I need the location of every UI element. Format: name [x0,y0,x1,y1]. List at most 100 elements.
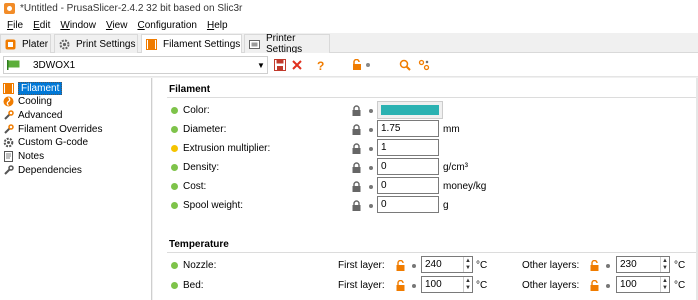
locked-lock-icon[interactable] [351,105,362,119]
filament-color-picker[interactable] [377,101,443,119]
tab-filament-label: Filament Settings [163,39,241,50]
cost-label: Cost: [183,180,207,192]
lock-legend-button[interactable] [350,58,364,72]
nozzle-other-layers-spinner[interactable]: 230 ▲ ▼ [616,256,670,273]
reset-dot-icon[interactable] [369,147,373,151]
system-value-dot-icon [171,201,178,209]
save-icon [274,59,286,71]
cost-input[interactable]: 0 [377,177,439,194]
sidebar-item-custom-gcode[interactable]: Custom G-code [3,136,88,149]
menu-view[interactable]: View [101,20,133,31]
cooling-fan-icon [3,96,14,107]
help-button[interactable]: ? [313,58,327,72]
menu-window[interactable]: Window [55,20,101,31]
tab-print-settings[interactable]: Print Settings [54,34,138,53]
sidebar-item-label: Filament Overrides [18,124,103,135]
sidebar-item-filament-overrides[interactable]: Filament Overrides [3,123,102,136]
nozzle-first-layer-spinner[interactable]: 240 ▲ ▼ [421,256,473,273]
modified-value-dot-icon [171,144,178,152]
dependencies-wrench-icon [3,165,14,176]
compare-icon [418,59,430,71]
spool-weight-unit: g [443,200,449,211]
menu-file[interactable]: File [2,20,28,31]
extrusion-multiplier-input[interactable]: 1 [377,139,439,156]
bed-first-layer-spinner[interactable]: 100 ▲ ▼ [421,276,473,293]
reset-dot-icon[interactable] [606,284,610,288]
density-unit: g/cm³ [443,162,468,173]
spool-weight-label: Spool weight: [183,199,244,211]
filament-preset-select[interactable]: 3DWOX1 ▼ [3,56,268,74]
nozzle-other-layers-value: 230 [620,259,637,270]
diameter-unit: mm [443,124,460,135]
spin-arrows-icon[interactable]: ▲ ▼ [660,257,669,272]
cost-unit: money/kg [443,181,487,192]
locked-lock-icon[interactable] [351,200,362,214]
bed-other-layers-spinner[interactable]: 100 ▲ ▼ [616,276,670,293]
bed-first-layer-unit: °C [476,280,488,291]
settings-page-tree: Filament Cooling Advanced Filament Overr… [0,78,152,300]
bed-other-layers-unit: °C [674,280,686,291]
overrides-wrench-icon [3,124,14,135]
sidebar-item-dependencies[interactable]: Dependencies [3,164,82,177]
sidebar-item-filament[interactable]: Filament [3,82,63,95]
sidebar-item-cooling[interactable]: Cooling [3,95,52,108]
search-button[interactable] [398,58,412,72]
sidebar-item-label: Notes [18,151,45,162]
reset-dot-icon[interactable] [369,166,373,170]
save-preset-button[interactable] [273,58,287,72]
sidebar-item-notes[interactable]: Notes [3,150,44,163]
unlocked-lock-icon[interactable] [589,259,600,274]
tab-filament-settings[interactable]: Filament Settings [141,34,242,54]
locked-lock-icon[interactable] [351,143,362,157]
system-value-dot-icon [171,182,178,190]
svg-text:?: ? [317,59,324,71]
compare-presets-button[interactable] [417,58,431,72]
reset-dot-icon[interactable] [606,264,610,268]
spin-arrows-icon[interactable]: ▲ ▼ [463,257,472,272]
unlocked-lock-icon[interactable] [589,279,600,294]
bed-first-layer-value: 100 [425,279,442,290]
bed-label: Bed: [183,279,204,291]
unlocked-lock-icon[interactable] [395,259,406,274]
section-divider [167,252,698,253]
system-value-dot-icon [171,106,178,114]
delete-preset-button[interactable] [290,58,304,72]
question-mark-icon: ? [317,59,324,71]
locked-lock-icon[interactable] [351,124,362,138]
color-swatch-fill [381,105,439,115]
spool-weight-input[interactable]: 0 [377,196,439,213]
tab-printer-settings[interactable]: Printer Settings [244,33,330,55]
locked-lock-icon[interactable] [351,181,362,195]
tab-plater[interactable]: Plater [0,34,51,53]
spin-arrows-icon[interactable]: ▲ ▼ [660,277,669,292]
cost-row: Cost: [171,177,206,195]
reset-dot-icon[interactable] [369,185,373,189]
window-title: *Untitled - PrusaSlicer-2.4.2 32 bit bas… [20,3,243,14]
reset-dot-icon[interactable] [369,109,373,113]
menu-edit[interactable]: Edit [28,20,55,31]
menu-help[interactable]: Help [202,20,233,31]
tab-printer-label: Printer Settings [266,33,303,55]
menu-configuration[interactable]: Configuration [132,20,202,31]
diameter-input[interactable]: 1.75 [377,120,439,137]
reset-dot-icon[interactable] [369,128,373,132]
prusaslicer-logo-icon [4,3,15,14]
density-input[interactable]: 0 [377,158,439,175]
reset-dot-icon[interactable] [369,204,373,208]
nozzle-first-layer-label: First layer: [338,260,385,271]
locked-lock-icon[interactable] [351,162,362,176]
sidebar-item-label: Custom G-code [18,137,89,148]
nozzle-first-layer-unit: °C [476,260,488,271]
unlocked-lock-icon[interactable] [395,279,406,294]
chevron-down-icon[interactable]: ▼ [255,61,267,70]
sidebar-item-advanced[interactable]: Advanced [3,109,62,122]
spin-arrows-icon[interactable]: ▲ ▼ [463,277,472,292]
tab-plater-label: Plater [22,38,49,50]
title-bar: *Untitled - PrusaSlicer-2.4.2 32 bit bas… [0,0,698,17]
system-value-dot-icon [171,281,178,289]
spool-weight-row: Spool weight: [171,196,243,214]
reset-dot-icon[interactable] [412,284,416,288]
nozzle-label: Nozzle: [183,259,217,271]
reset-dot-icon[interactable] [412,264,416,268]
menu-bar: File Edit Window View Configuration Help [0,17,698,33]
